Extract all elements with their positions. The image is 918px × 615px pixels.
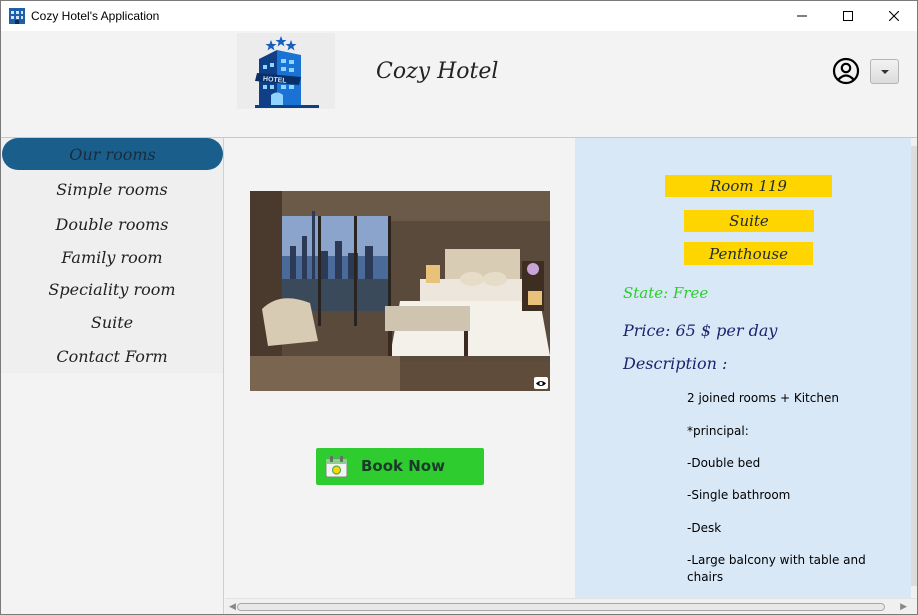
description-label: Description : — [623, 354, 728, 373]
close-icon — [889, 11, 899, 21]
eye-icon[interactable] — [534, 377, 548, 389]
chevron-down-icon — [880, 69, 889, 74]
room-photo[interactable] — [250, 191, 550, 391]
room-menu: Our rooms Simple rooms Double rooms Fami… — [1, 138, 223, 373]
eye-icon-glyph — [536, 380, 546, 386]
maximize-icon — [843, 11, 853, 21]
description-line: -Single bathroom — [687, 488, 791, 502]
maximize-button[interactable] — [825, 1, 871, 31]
horizontal-scrollbar[interactable]: ◀ ▶ — [225, 598, 917, 614]
close-button[interactable] — [871, 1, 917, 31]
account-dropdown-button[interactable] — [870, 59, 899, 84]
room-details-panel: Room 119 Suite Penthouse State: Free Pri… — [575, 138, 911, 598]
brand-name: Cozy Hotel — [376, 59, 499, 84]
description-line: -Large balcony with table and chairs — [687, 553, 866, 584]
hotel-logo: HOTEL — [237, 33, 335, 109]
description-line: *principal: — [687, 424, 749, 438]
room-type-badge: Suite — [684, 210, 814, 232]
title-bar[interactable]: Cozy Hotel's Application — [1, 1, 917, 31]
room-state: State: Free — [623, 284, 709, 302]
sidebar-item-suite[interactable]: Suite — [1, 306, 223, 338]
minimize-button[interactable] — [779, 1, 825, 31]
book-now-label: Book Now — [361, 457, 445, 475]
room-subtype-badge: Penthouse — [684, 242, 813, 265]
sidebar: Our rooms Simple rooms Double rooms Fami… — [1, 138, 224, 614]
sidebar-item-contact-form[interactable]: Contact Form — [1, 340, 223, 372]
sidebar-item-our-rooms[interactable]: Our rooms — [2, 138, 223, 170]
minimize-icon — [797, 15, 807, 17]
app-header: HOTEL Cozy Hotel — [1, 31, 917, 138]
room-price: Price: 65 $ per day — [623, 321, 778, 340]
vertical-scrollbar[interactable] — [911, 138, 917, 598]
user-circle-icon[interactable] — [832, 57, 860, 85]
description-line: -Double bed — [687, 456, 761, 470]
app-icon — [9, 8, 25, 24]
sidebar-item-family-room[interactable]: Family room — [1, 241, 223, 273]
window-title: Cozy Hotel's Application — [31, 9, 160, 23]
calendar-icon — [325, 456, 348, 478]
sidebar-item-double-rooms[interactable]: Double rooms — [1, 208, 223, 240]
description-line: 2 joined rooms + Kitchen — [687, 391, 839, 405]
scroll-right-icon[interactable]: ▶ — [900, 602, 907, 612]
app-window: Cozy Hotel's Application HOTEL Cozy Hote… — [0, 0, 918, 615]
description-line: -Desk — [687, 521, 722, 535]
hotel-building-icon: HOTEL — [255, 36, 319, 108]
sidebar-item-simple-rooms[interactable]: Simple rooms — [1, 173, 223, 205]
horizontal-scroll-thumb[interactable] — [237, 603, 885, 611]
book-now-button[interactable]: Book Now — [316, 448, 484, 485]
vertical-scroll-thumb[interactable] — [911, 146, 917, 586]
sidebar-item-speciality-room[interactable]: Speciality room — [1, 273, 223, 305]
room-number-badge: Room 119 — [665, 175, 832, 197]
room-preview-panel: Book Now — [225, 138, 575, 598]
room-photo-illustration — [250, 191, 550, 391]
scroll-left-icon[interactable]: ◀ — [229, 602, 236, 612]
